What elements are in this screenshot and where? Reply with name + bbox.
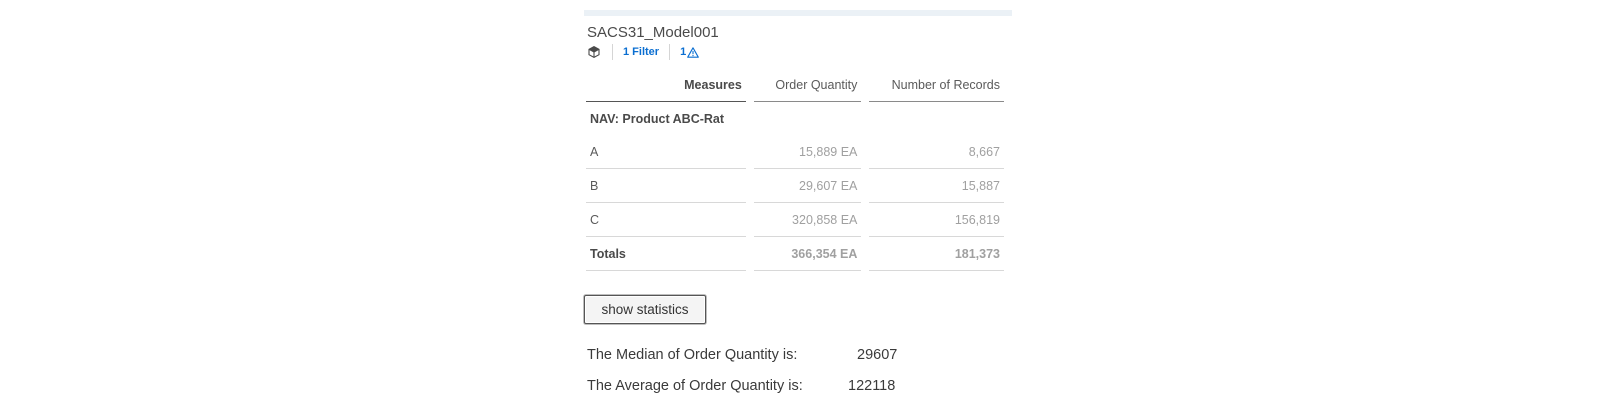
- group-label[interactable]: NAV: Product ABC-Rat: [586, 102, 1004, 135]
- header-measures[interactable]: Measures: [586, 68, 746, 102]
- page: SACS31_Model001 1 Filter 1 Measures Orde…: [0, 0, 1600, 413]
- warning-indicator[interactable]: 1: [680, 46, 700, 58]
- cell-order-quantity[interactable]: 320,858 EA: [753, 203, 862, 237]
- meta-separator: [669, 44, 671, 60]
- cell-records[interactable]: 156,819: [869, 203, 1004, 237]
- cell-order-quantity[interactable]: 29,607 EA: [753, 169, 862, 203]
- totals-label[interactable]: Totals: [586, 237, 746, 271]
- totals-records[interactable]: 181,373: [869, 237, 1004, 271]
- table-row: A 15,889 EA 8,667: [586, 135, 1004, 169]
- header-order-quantity[interactable]: Order Quantity: [753, 68, 862, 102]
- header-row: Measures Order Quantity Number of Record…: [586, 68, 1004, 102]
- filter-link[interactable]: 1 Filter: [623, 46, 659, 58]
- header-number-of-records[interactable]: Number of Records: [869, 68, 1004, 102]
- cell-records[interactable]: 8,667: [869, 135, 1004, 169]
- average-statistic: The Average of Order Quantity is: 122118: [587, 378, 895, 394]
- totals-order-quantity[interactable]: 366,354 EA: [753, 237, 862, 271]
- group-row: NAV: Product ABC-Rat: [586, 102, 1004, 135]
- widget-meta-row: 1 Filter 1: [586, 44, 700, 60]
- table-row: C 320,858 EA 156,819: [586, 203, 1004, 237]
- cell-order-quantity[interactable]: 15,889 EA: [753, 135, 862, 169]
- row-dimension[interactable]: B: [586, 169, 746, 203]
- widget-header-bar: [584, 10, 1012, 16]
- widget-title: SACS31_Model001: [587, 24, 719, 41]
- totals-row: Totals 366,354 EA 181,373: [586, 237, 1004, 271]
- data-table: Measures Order Quantity Number of Record…: [578, 68, 1012, 271]
- cell-records[interactable]: 15,887: [869, 169, 1004, 203]
- average-value: 122118: [848, 378, 896, 394]
- median-statistic: The Median of Order Quantity is: 29607: [587, 347, 897, 363]
- warning-triangle-icon: [687, 46, 700, 58]
- meta-separator: [612, 44, 613, 60]
- table-row: B 29,607 EA 15,887: [586, 169, 1004, 203]
- cube-icon[interactable]: [586, 44, 602, 60]
- row-dimension[interactable]: A: [586, 135, 746, 169]
- average-label: The Average of Order Quantity is:: [587, 378, 803, 394]
- row-dimension[interactable]: C: [586, 203, 746, 237]
- show-statistics-button[interactable]: show statistics: [584, 295, 706, 324]
- warning-count: 1: [680, 46, 687, 58]
- median-value: 29607: [857, 347, 898, 363]
- median-label: The Median of Order Quantity is:: [587, 347, 798, 363]
